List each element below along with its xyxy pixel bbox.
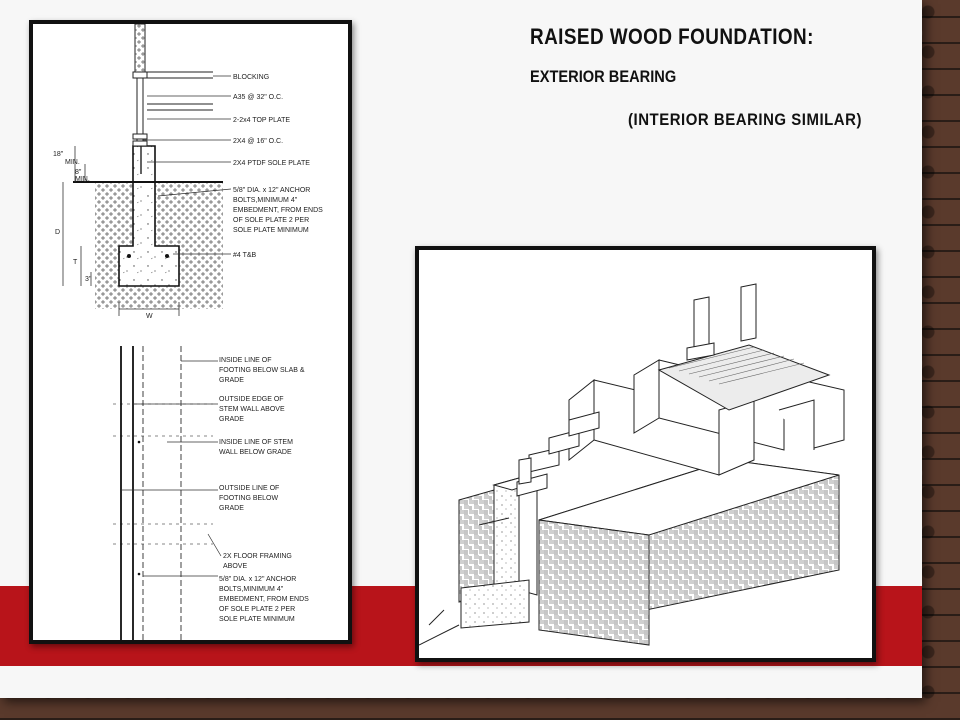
callout-label: OF SOLE PLATE 2 PER	[233, 217, 309, 224]
plan-callout-label: GRADE	[219, 505, 244, 512]
slide: RAISED WOOD FOUNDATION: EXTERIOR BEARING…	[0, 0, 922, 698]
callout-label: EMBEDMENT, FROM ENDS	[233, 207, 323, 214]
plan-callout-label: SOLE PLATE MINIMUM	[219, 616, 295, 623]
dim-label: 3"	[85, 276, 92, 283]
slide-note: (INTERIOR BEARING SIMILAR)	[628, 110, 862, 129]
callout-label: 5/8" DIA. x 12" ANCHOR	[233, 187, 310, 194]
dim-label: MIN.	[75, 176, 90, 183]
plan-callout-label: INSIDE LINE OF STEM	[219, 439, 293, 446]
callout-label: SOLE PLATE MINIMUM	[233, 227, 309, 234]
dim-label: MIN.	[65, 159, 80, 166]
plan-callout-label: OF SOLE PLATE 2 PER	[219, 606, 295, 613]
callout-label: BLOCKING	[233, 74, 269, 81]
plan-callout-label: ABOVE	[223, 563, 247, 570]
plan-callout-label: FOOTING BELOW	[219, 495, 279, 502]
dim-label: W	[146, 313, 153, 320]
callout-label: 2-2x4 TOP PLATE	[233, 117, 290, 124]
callout-label: BOLTS,MINIMUM 4"	[233, 197, 298, 204]
plan-callout-label: OUTSIDE LINE OF	[219, 485, 279, 492]
plan-callout-label: WALL BELOW GRADE	[219, 449, 292, 456]
stem-wall-iso	[428, 477, 539, 629]
anchor-bolt-marker	[137, 440, 141, 444]
rebar-marker	[165, 254, 169, 258]
grade-edge-line	[419, 624, 460, 646]
plan-callout-label: GRADE	[219, 416, 244, 423]
dim-label: D	[55, 229, 60, 236]
plan-view-lines	[113, 346, 213, 640]
dim-label: 8"	[75, 169, 82, 176]
dim-label: 18"	[53, 151, 64, 158]
slide-subtitle: EXTERIOR BEARING	[530, 67, 677, 86]
dim-label: T	[73, 259, 78, 266]
isometric-foundation-drawing	[415, 246, 876, 662]
soil-block-front	[538, 459, 840, 646]
plan-callout-label: INSIDE LINE OF	[219, 357, 272, 364]
anchor-bolt-marker	[137, 572, 141, 576]
plan-callout-label: EMBEDMENT, FROM ENDS	[219, 596, 309, 603]
callout-label: 2X4 PTDF SOLE PLATE	[233, 160, 310, 167]
rebar-marker	[127, 254, 131, 258]
plan-callout-label: FOOTING BELOW SLAB &	[219, 367, 305, 374]
plan-callout-label: STEM WALL ABOVE	[219, 406, 285, 413]
callout-label: #4 T&B	[233, 252, 257, 259]
slide-title: RAISED WOOD FOUNDATION:	[530, 24, 814, 49]
plan-callout-label: BOLTS,MINIMUM 4"	[219, 586, 284, 593]
plan-callout-label: 5/8" DIA. x 12" ANCHOR	[219, 576, 296, 583]
callout-label: 2X4 @ 16" O.C.	[233, 138, 283, 145]
plan-callout-label: 2X FLOOR FRAMING	[223, 553, 292, 560]
foundation-section-drawing: 18" MIN. 8" MIN. D T 3" W BLOCKING A35 @…	[29, 20, 352, 644]
callout-label: A35 @ 32" O.C.	[233, 94, 283, 101]
plan-callout-label: GRADE	[219, 377, 244, 384]
plan-callout-label: OUTSIDE EDGE OF	[219, 396, 284, 403]
